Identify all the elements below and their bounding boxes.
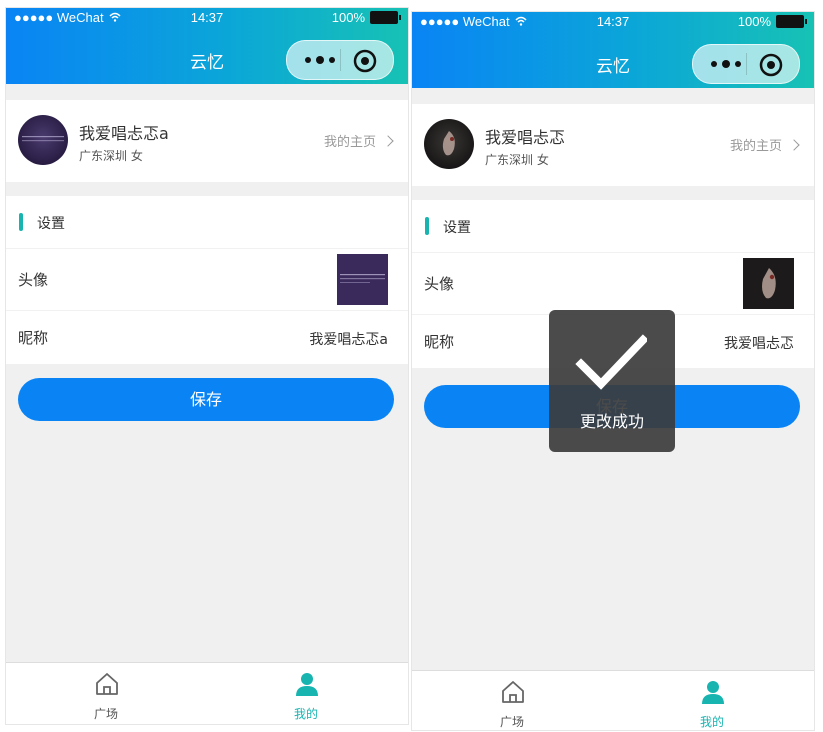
- my-homepage-link[interactable]: 我的主页: [323, 131, 394, 150]
- nickname-value[interactable]: 我爱唱忐忑: [724, 333, 794, 353]
- avatar-label: 头像: [18, 271, 49, 289]
- settings-header: 设置: [412, 200, 814, 253]
- carrier-label: ●●●●● WeChat: [14, 10, 104, 25]
- tab-plaza-label: 广场: [499, 715, 524, 729]
- nickname-row[interactable]: 昵称 我爱唱忐忑a: [6, 310, 408, 364]
- user-icon: [296, 673, 318, 696]
- nickname-value[interactable]: 我爱唱忐忑a: [309, 329, 388, 349]
- tab-bar: 广场 我的: [412, 670, 814, 730]
- capsule-divider: [746, 53, 747, 75]
- target-icon[interactable]: [352, 48, 378, 74]
- my-homepage-label: 我的主页: [323, 135, 376, 150]
- battery-icon: [370, 11, 401, 24]
- battery-icon: [776, 15, 807, 28]
- status-time: 14:37: [596, 14, 630, 29]
- avatar-label: 头像: [424, 275, 455, 293]
- status-bar: ●●●●● WeChat 14:37 100%: [6, 8, 408, 28]
- wifi-icon: [109, 12, 121, 22]
- carrier-label: ●●●●● WeChat: [420, 14, 510, 29]
- status-time: 14:37: [190, 10, 224, 25]
- target-icon[interactable]: [758, 52, 784, 78]
- avatar-row[interactable]: 头像: [412, 252, 814, 315]
- settings-title: 设置: [37, 216, 65, 232]
- battery-percent: 100%: [331, 10, 365, 25]
- save-button[interactable]: 保存: [18, 378, 394, 421]
- avatar-row[interactable]: 头像: [6, 248, 408, 311]
- user-icon: [702, 681, 724, 704]
- tab-plaza[interactable]: 广场: [412, 671, 612, 730]
- more-dots-icon[interactable]: [706, 55, 746, 73]
- status-bar: ●●●●● WeChat 14:37 100%: [412, 12, 814, 32]
- capsule-divider: [340, 49, 341, 71]
- settings-title: 设置: [443, 220, 471, 236]
- tab-plaza-label: 广场: [93, 707, 118, 721]
- tab-plaza[interactable]: 广场: [6, 663, 206, 724]
- nickname-label: 昵称: [424, 333, 455, 351]
- chevron-right-icon: [788, 138, 800, 151]
- my-homepage-label: 我的主页: [729, 139, 782, 154]
- more-dots-icon[interactable]: [300, 51, 340, 69]
- tab-mine[interactable]: 我的: [612, 671, 812, 730]
- navigation-bar: ●●●●● WeChat 14:37 100% 云忆: [412, 12, 814, 88]
- my-homepage-link[interactable]: 我的主页: [729, 135, 800, 154]
- mini-program-capsule: [692, 44, 800, 84]
- mini-program-capsule: [286, 40, 394, 80]
- user-location: 广东深圳 女: [79, 149, 143, 163]
- settings-header: 设置: [6, 196, 408, 249]
- profile-card[interactable]: 我爱唱忐忑 广东深圳 女 我的主页: [412, 104, 814, 186]
- phone-screen-before: ●●●●● WeChat 14:37 100% 云忆 我爱唱忐忑a 广东深圳 女…: [6, 8, 408, 724]
- navigation-bar: ●●●●● WeChat 14:37 100% 云忆: [6, 8, 408, 84]
- chevron-right-icon: [382, 134, 394, 147]
- user-location: 广东深圳 女: [485, 153, 549, 167]
- profile-card[interactable]: 我爱唱忐忑a 广东深圳 女 我的主页: [6, 100, 408, 182]
- avatar-thumbnail[interactable]: [337, 254, 388, 305]
- tab-mine-label: 我的: [699, 715, 724, 729]
- user-name: 我爱唱忐忑: [485, 128, 566, 147]
- tab-bar: 广场 我的: [6, 662, 408, 724]
- check-icon: [575, 334, 647, 390]
- toast-message: 更改成功: [579, 412, 644, 431]
- nickname-label: 昵称: [18, 329, 49, 347]
- tab-mine[interactable]: 我的: [206, 663, 406, 724]
- avatar: [424, 119, 474, 169]
- success-toast: 更改成功: [549, 310, 675, 452]
- section-marker: [425, 217, 429, 235]
- phone-screen-after: ●●●●● WeChat 14:37 100% 云忆 我爱唱忐忑 广东深圳 女 …: [412, 12, 814, 730]
- avatar: [18, 115, 68, 165]
- wifi-icon: [515, 16, 527, 26]
- home-icon: [502, 681, 524, 703]
- home-icon: [96, 673, 118, 695]
- avatar-thumbnail[interactable]: [743, 258, 794, 309]
- section-marker: [19, 213, 23, 231]
- tab-mine-label: 我的: [293, 707, 318, 721]
- user-name: 我爱唱忐忑a: [79, 124, 169, 143]
- battery-percent: 100%: [737, 14, 771, 29]
- settings-card: 设置 头像 昵称 我爱唱忐忑a: [6, 196, 408, 364]
